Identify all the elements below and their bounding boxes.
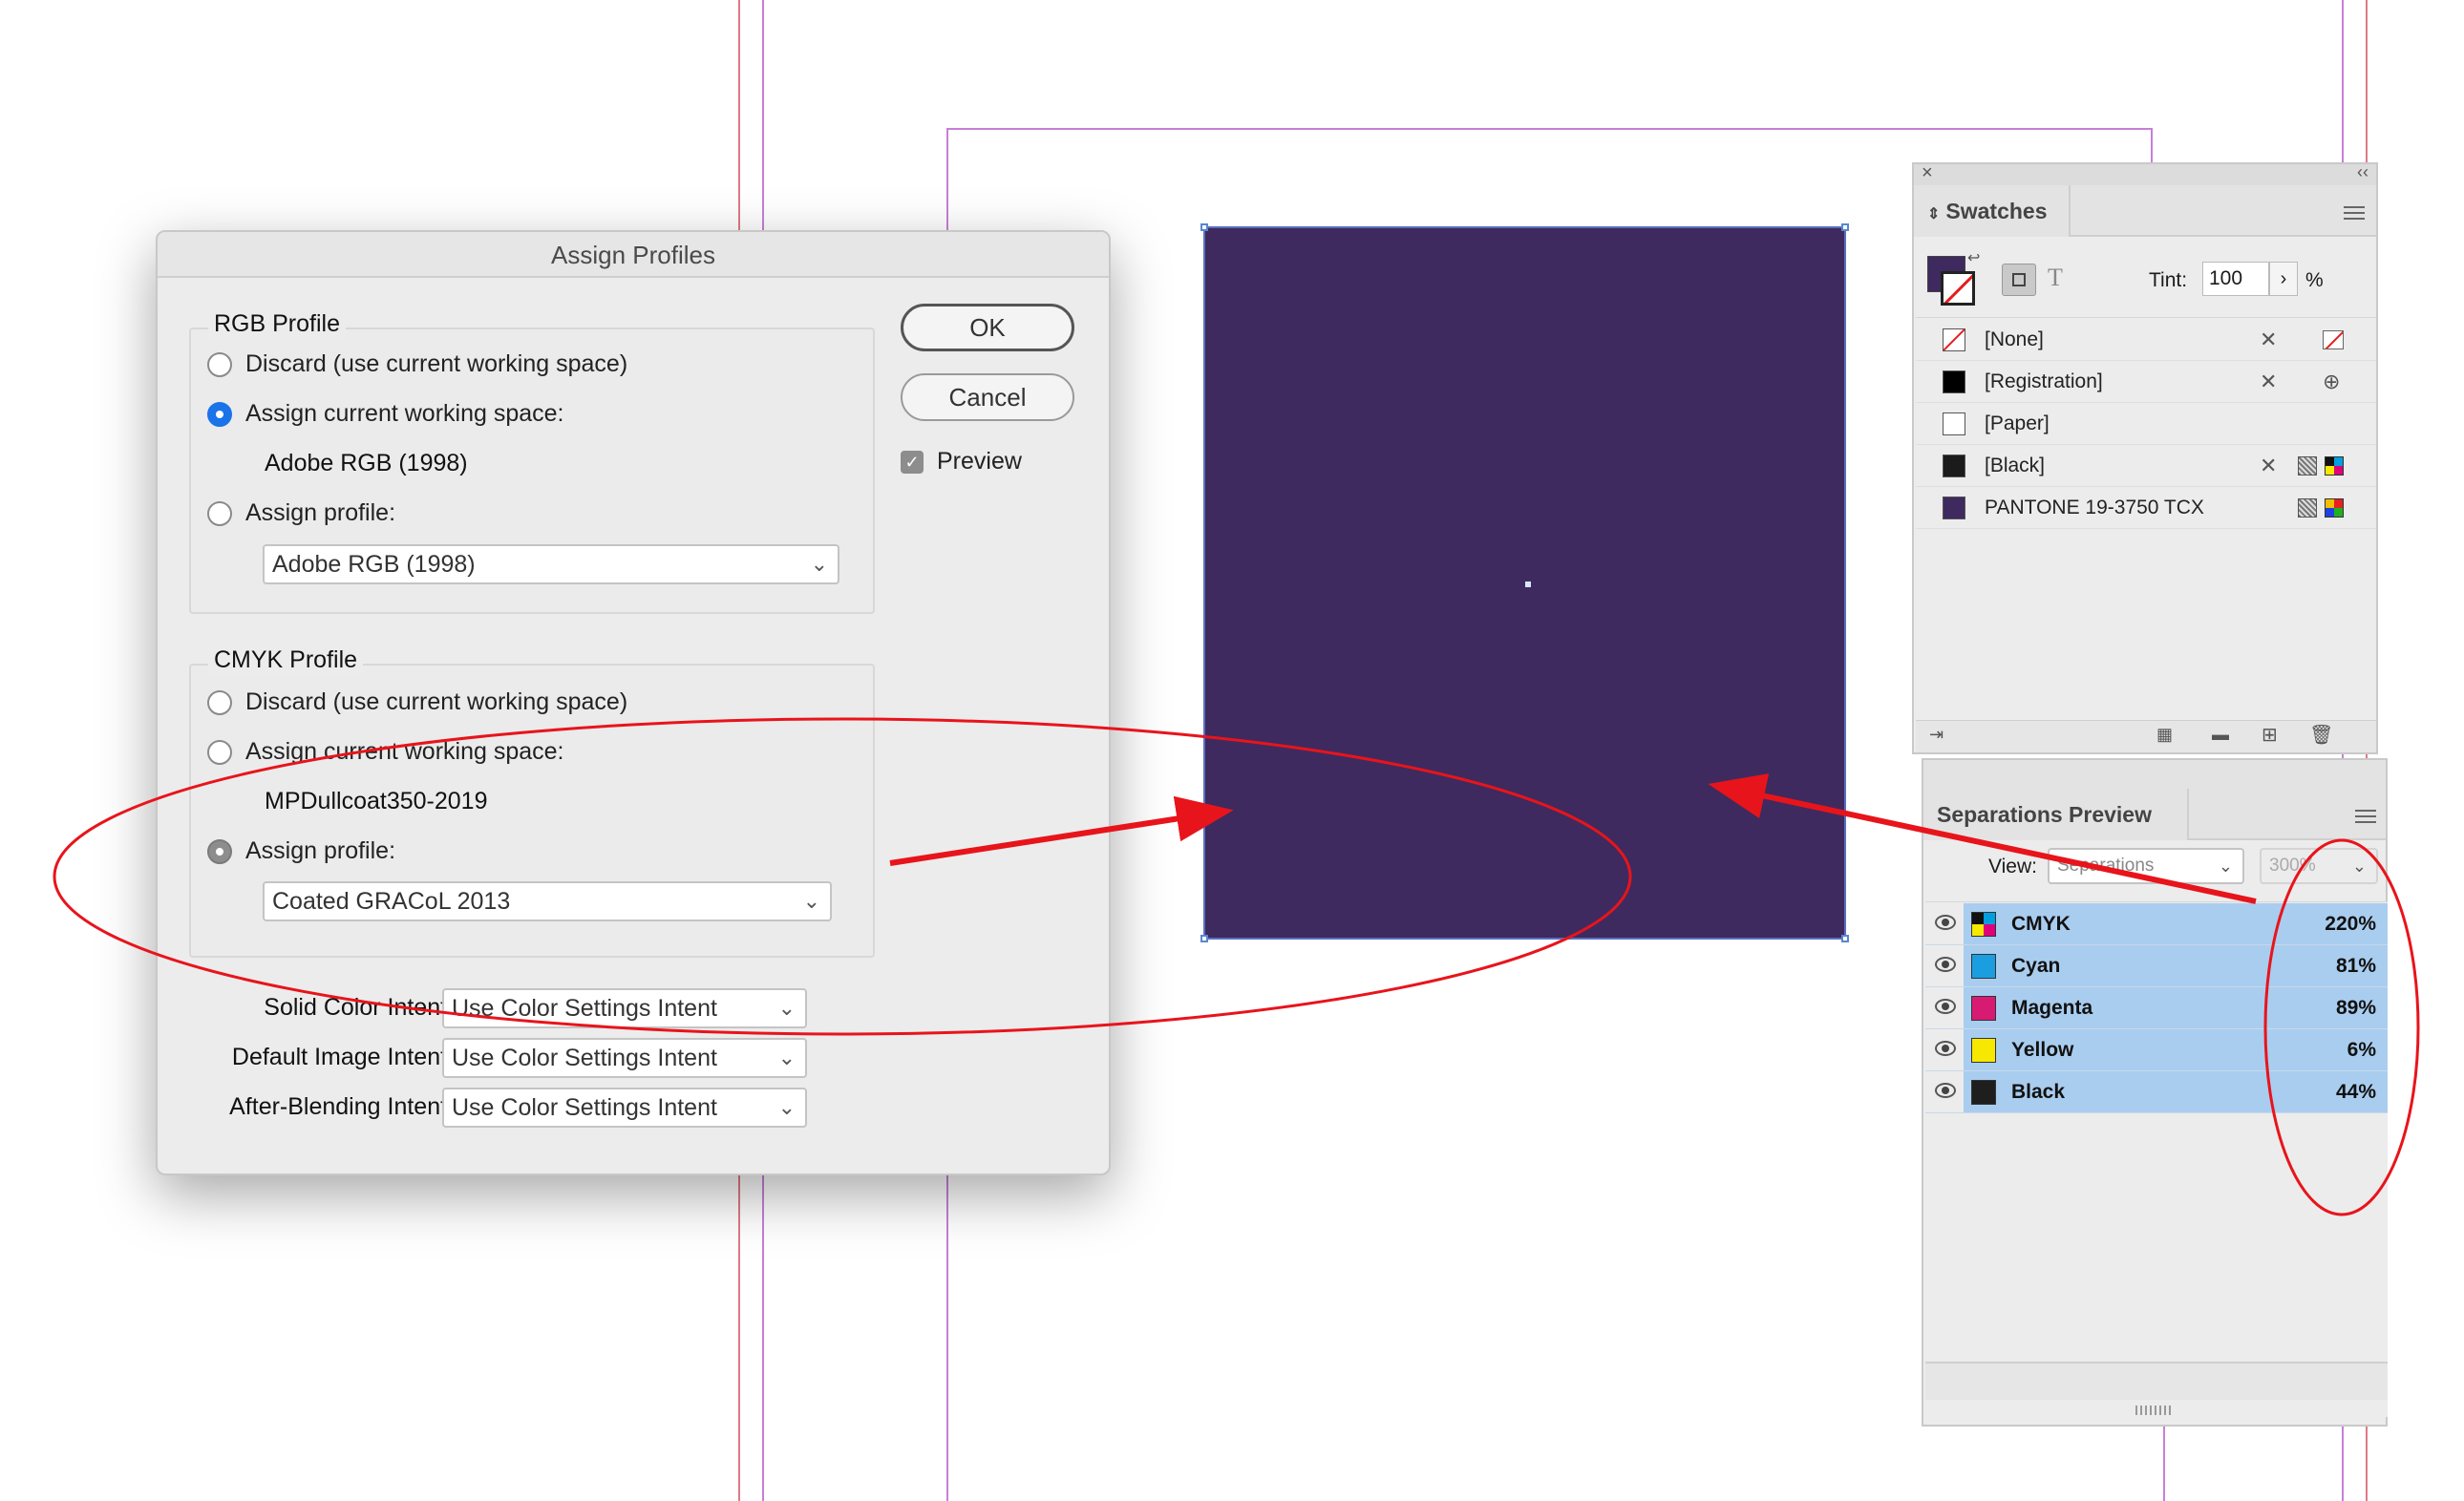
annotation-ellipse-percentages [2263,838,2420,1216]
annotation-ellipse-cmyk-profile [53,717,1632,1036]
annotation-layer [53,717,2420,1216]
annotation-arrow-panel [1708,773,2257,904]
annotation-arrow-dialog [889,795,1234,866]
